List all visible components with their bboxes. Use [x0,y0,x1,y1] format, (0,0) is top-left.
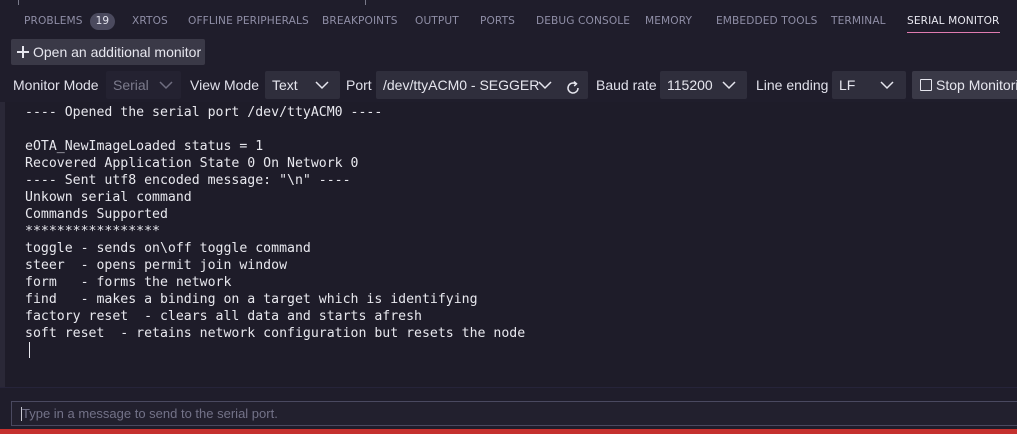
tab-label: PROBLEMS [24,15,83,27]
monitor-mode-value: Serial [113,77,149,93]
output-line: toggle - sends on\off toggle command [25,241,311,256]
stop-monitoring-label: Stop Monitoring [936,77,1017,93]
output-line: soft reset - retains network configurati… [25,326,526,341]
tab-label: EMBEDDED TOOLS [716,15,818,27]
chevron-down-icon [315,78,329,92]
output-line: steer - opens permit join window [25,258,288,273]
line-ending-value: LF [839,77,856,93]
line-ending-label: Line ending [756,77,829,93]
monitor-mode-label: Monitor Mode [13,77,99,93]
port-select[interactable]: /dev/ttyACM0 - SEGGER [376,71,588,99]
serial-output[interactable]: ---- Opened the serial port /dev/ttyACM0… [0,102,1017,387]
panel-tabs: PROBLEMS 19 XRTOS OFFLINE PERIPHERALS BR… [0,6,1017,36]
tab-terminal[interactable]: TERMINAL [831,6,886,36]
output-line: eOTA_NewImageLoaded status = 1 [25,139,264,154]
serial-monitor-panel: PROBLEMS 19 XRTOS OFFLINE PERIPHERALS BR… [0,0,1017,434]
tab-serial-monitor[interactable]: SERIAL MONITOR [907,6,1000,36]
monitor-controls: Monitor Mode Serial View Mode Text Port … [0,71,1017,99]
output-line: ***************** [25,224,160,239]
chevron-down-icon [722,78,736,92]
output-line: form - forms the network [25,275,232,290]
open-additional-monitor-button[interactable]: Open an additional monitor [11,39,205,65]
tab-xrtos[interactable]: XRTOS [132,6,168,36]
tab-memory[interactable]: MEMORY [645,6,692,36]
port-label: Port [346,77,372,93]
tab-breakpoints[interactable]: BREAKPOINTS [322,6,398,36]
chevron-down-icon [538,78,552,92]
tab-label: DEBUG CONSOLE [536,15,631,27]
output-line: ---- Sent utf8 encoded message: "\n" ---… [25,173,351,188]
tab-label: SERIAL MONITOR [907,15,1000,27]
open-additional-monitor-label: Open an additional monitor [33,44,202,60]
output-cursor [29,342,30,358]
tab-label: TERMINAL [831,15,886,27]
plus-icon [17,46,29,58]
tab-label: BREAKPOINTS [322,15,398,27]
baud-rate-value: 115200 [667,77,713,93]
chevron-down-icon [159,78,173,92]
output-line: find - makes a binding on a target which… [25,292,478,307]
tab-label: OFFLINE PERIPHERALS [188,15,309,27]
tab-label: PORTS [480,15,516,27]
tab-problems[interactable]: PROBLEMS 19 [24,6,116,36]
tab-embedded-tools[interactable]: EMBEDDED TOOLS [716,6,818,36]
tab-debug-console[interactable]: DEBUG CONSOLE [536,6,630,36]
input-caret [21,407,22,421]
tab-ports[interactable]: PORTS [480,6,515,36]
stop-monitoring-button[interactable]: Stop Monitoring [912,71,1017,99]
divider [0,387,1017,388]
refresh-icon[interactable] [565,77,581,94]
tab-offline-peripherals[interactable]: OFFLINE PERIPHERALS [188,6,309,36]
line-ending-select[interactable]: LF [832,71,906,99]
output-line: Unkown serial command [25,190,192,205]
port-value: /dev/ttyACM0 - SEGGER [383,77,540,93]
problems-count-badge: 19 [89,12,116,30]
message-input[interactable] [12,402,1017,425]
tab-output[interactable]: OUTPUT [415,6,459,36]
baud-rate-select[interactable]: 115200 [660,71,747,99]
stop-square-icon [920,79,932,91]
tab-label: OUTPUT [415,15,459,27]
monitor-mode-select[interactable]: Serial [106,71,181,99]
output-line: Commands Supported [25,207,168,222]
view-mode-value: Text [272,77,298,93]
view-mode-label: View Mode [190,77,260,93]
tab-label: MEMORY [645,15,693,27]
message-input-wrapper [11,401,1017,426]
divider-mark [18,0,19,5]
chevron-down-icon [880,78,894,92]
output-line: ---- Opened the serial port /dev/ttyACM0… [25,105,383,120]
tab-label: XRTOS [132,15,168,27]
baud-rate-label: Baud rate [596,77,657,93]
status-bar [0,429,1017,434]
divider-mark [365,0,366,5]
view-mode-select[interactable]: Text [265,71,340,99]
output-line: Recovered Application State 0 On Network… [25,156,359,171]
output-line: factory reset - clears all data and star… [25,309,422,324]
